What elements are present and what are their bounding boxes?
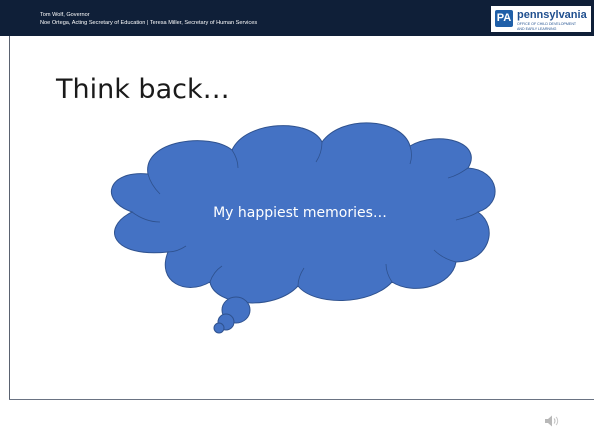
speaker-icon[interactable] <box>544 414 560 428</box>
thought-bubble-small <box>213 322 225 334</box>
thought-cloud-text: My happiest memories… <box>213 205 387 221</box>
footer-divider <box>9 399 594 400</box>
thought-cloud[interactable] <box>0 0 594 444</box>
